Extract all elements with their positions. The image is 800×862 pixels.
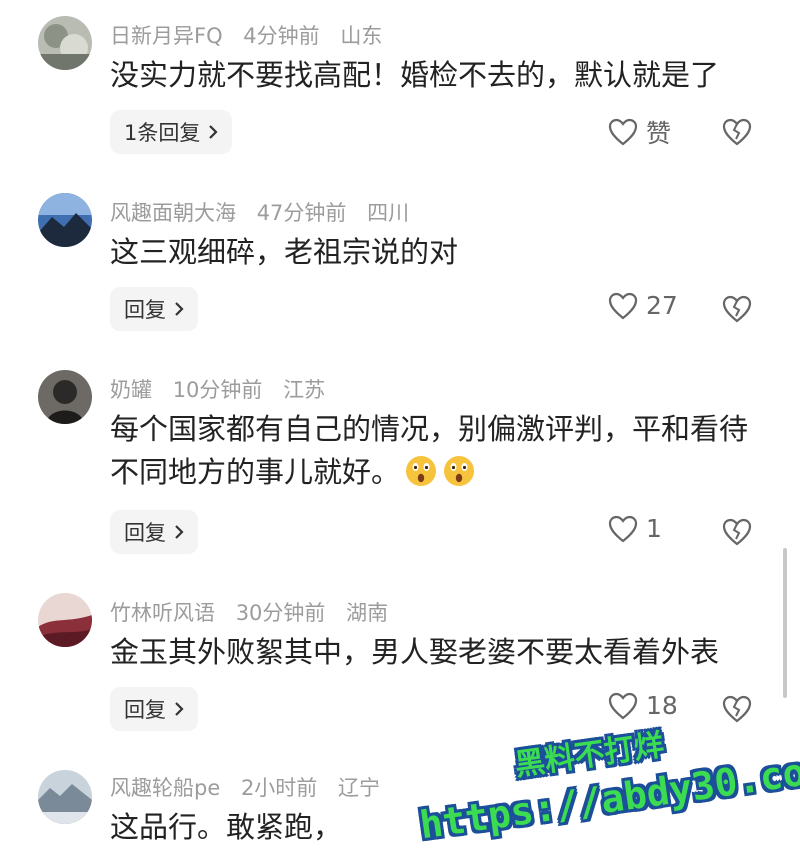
timestamp: 2小时前 bbox=[240, 776, 318, 800]
reply-label: 回复 bbox=[124, 698, 166, 722]
comment-meta: 日新月异FQ 4分钟前 山东 bbox=[110, 20, 396, 50]
username[interactable]: 日新月异FQ bbox=[110, 24, 223, 48]
timestamp: 30分钟前 bbox=[235, 601, 326, 625]
comment-meta: 奶罐 10分钟前 江苏 bbox=[110, 374, 339, 404]
username[interactable]: 奶罐 bbox=[110, 378, 152, 402]
reply-button[interactable]: 回复 bbox=[110, 510, 198, 554]
location: 四川 bbox=[367, 201, 410, 225]
location: 辽宁 bbox=[338, 776, 380, 800]
username[interactable]: 风趣轮船pe bbox=[110, 776, 220, 800]
avatar[interactable] bbox=[38, 193, 92, 247]
reply-label: 回复 bbox=[124, 298, 166, 322]
comment-text: 金玉其外败絮其中，男人娶老婆不要太看着外表 bbox=[110, 635, 720, 669]
like-button[interactable]: 1 bbox=[608, 514, 662, 543]
heart-outline-icon bbox=[608, 692, 638, 719]
timestamp: 10分钟前 bbox=[172, 378, 263, 402]
broken-heart-icon[interactable] bbox=[722, 694, 752, 724]
comment-meta: 竹林听风语 30分钟前 湖南 bbox=[110, 597, 402, 627]
broken-heart-icon[interactable] bbox=[722, 517, 752, 547]
chevron-right-icon bbox=[209, 125, 218, 139]
timestamp: 4分钟前 bbox=[243, 24, 320, 48]
broken-heart-icon[interactable] bbox=[722, 294, 752, 324]
chevron-right-icon bbox=[175, 525, 184, 539]
shocked-face-emoji bbox=[442, 454, 476, 488]
username[interactable]: 竹林听风语 bbox=[110, 601, 215, 625]
comment-text: 每个国家都有自己的情况，别偏激评判，平和看待不同地方的事儿就好。 bbox=[110, 408, 764, 494]
heart-outline-icon bbox=[608, 292, 638, 319]
like-count: 赞 bbox=[646, 119, 672, 148]
location: 湖南 bbox=[346, 601, 389, 625]
heart-outline-icon bbox=[608, 118, 638, 146]
like-button[interactable]: 赞 bbox=[608, 114, 671, 150]
avatar[interactable] bbox=[38, 770, 92, 824]
view-replies-button[interactable]: 1条回复 bbox=[110, 110, 233, 154]
reply-label: 1条回复 bbox=[124, 121, 201, 145]
like-button[interactable]: 18 bbox=[608, 691, 678, 720]
location: 江苏 bbox=[283, 378, 326, 402]
like-count: 27 bbox=[646, 291, 678, 320]
like-count: 18 bbox=[646, 691, 678, 720]
comment-text: 没实力就不要找高配！婚检不去的，默认就是了 bbox=[110, 58, 720, 92]
reply-button[interactable]: 回复 bbox=[110, 687, 198, 731]
avatar[interactable] bbox=[38, 370, 92, 424]
comment-meta: 风趣面朝大海 47分钟前 四川 bbox=[110, 197, 423, 227]
avatar[interactable] bbox=[38, 593, 92, 647]
comment-text: 这三观细碎，老祖宗说的对 bbox=[110, 235, 459, 269]
shocked-face-emoji bbox=[404, 454, 438, 488]
broken-heart-icon[interactable] bbox=[722, 117, 752, 147]
location: 山东 bbox=[340, 24, 383, 48]
reply-label: 回复 bbox=[124, 521, 166, 545]
timestamp: 47分钟前 bbox=[256, 201, 347, 225]
like-count: 1 bbox=[646, 514, 662, 543]
chevron-right-icon bbox=[175, 302, 184, 316]
chevron-right-icon bbox=[175, 702, 184, 716]
avatar[interactable] bbox=[38, 16, 92, 70]
comment-meta: 风趣轮船pe 2小时前 辽宁 bbox=[110, 772, 394, 802]
username[interactable]: 风趣面朝大海 bbox=[110, 201, 236, 225]
reply-button[interactable]: 回复 bbox=[110, 287, 198, 331]
scrollbar[interactable] bbox=[783, 548, 787, 698]
like-button[interactable]: 27 bbox=[608, 291, 678, 320]
heart-outline-icon bbox=[608, 515, 638, 542]
